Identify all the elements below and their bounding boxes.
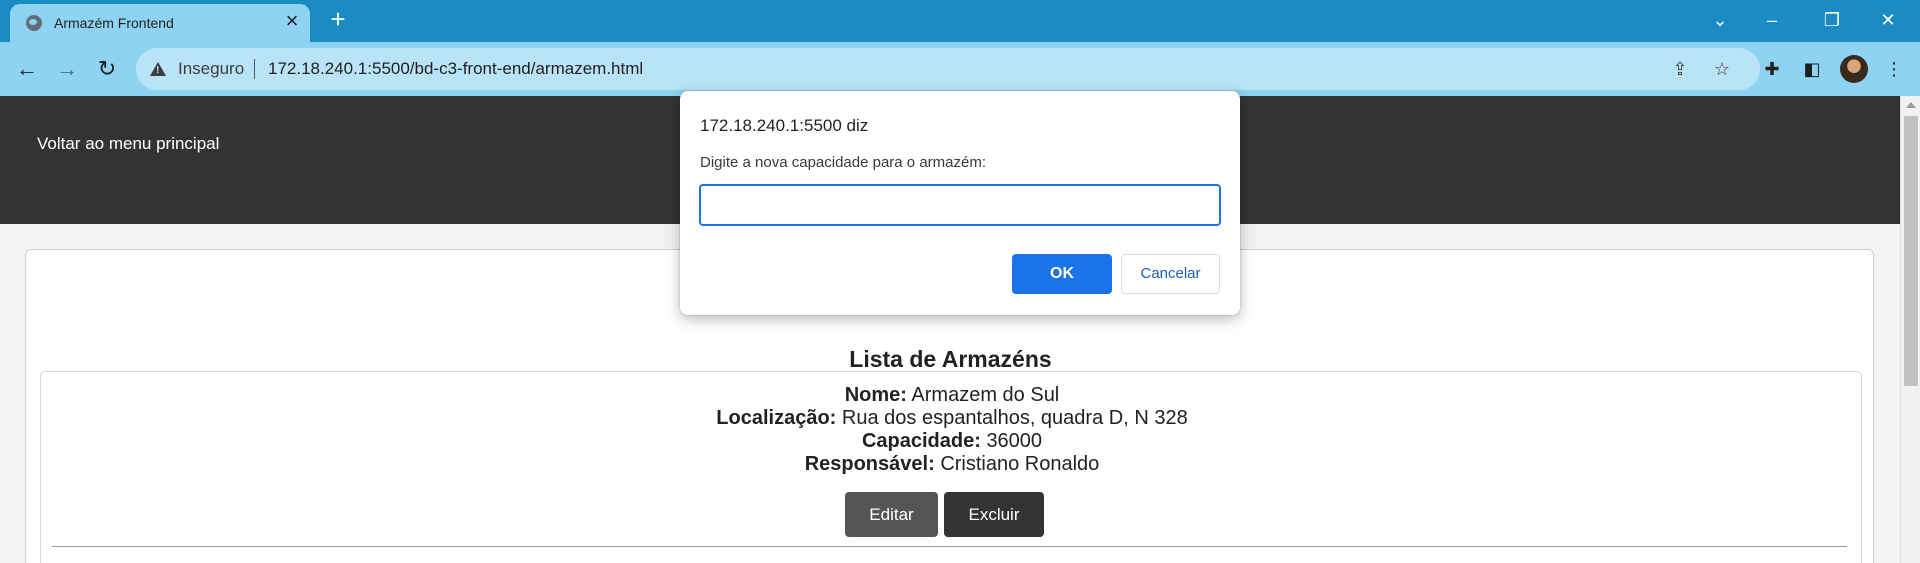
list-item: Nome: Armazem do Sul Localização: Rua do… <box>40 371 1862 563</box>
tab-close-icon[interactable]: × <box>280 10 304 34</box>
reload-icon[interactable]: ↻ <box>92 54 122 84</box>
side-panel-icon[interactable]: ◧ <box>1800 57 1824 81</box>
browser-toolbar: ← → ↻ Inseguro 172.18.240.1:5500/bd-c3-f… <box>0 42 1920 96</box>
responsavel-value: Cristiano Ronaldo <box>940 453 1100 475</box>
item-responsavel-row: Responsável: Cristiano Ronaldo <box>41 453 1863 476</box>
edit-button[interactable]: Editar <box>845 492 938 537</box>
warning-icon[interactable] <box>150 62 166 76</box>
item-nome-row: Nome: Armazem do Sul <box>41 384 1863 407</box>
new-tab-button[interactable]: + <box>324 6 352 34</box>
dialog-origin: 172.18.240.1:5500 diz <box>700 116 869 135</box>
page-title: Lista de Armazéns <box>849 346 1052 372</box>
divider <box>52 546 1847 547</box>
capacidade-label: Capacidade: <box>861 430 981 452</box>
item-details: Nome: Armazem do Sul Localização: Rua do… <box>41 384 1863 476</box>
ok-button[interactable]: OK <box>1012 254 1112 294</box>
cancel-button[interactable]: Cancelar <box>1121 254 1220 294</box>
security-label[interactable]: Inseguro <box>178 59 244 79</box>
tab-strip: Armazém Frontend × + ⌄ – ❐ ✕ <box>0 0 1920 42</box>
responsavel-label: Responsável: <box>804 453 935 475</box>
scroll-up-icon[interactable] <box>1906 102 1916 108</box>
item-localizacao-row: Localização: Rua dos espantalhos, quadra… <box>41 407 1863 430</box>
chevron-down-icon[interactable]: ⌄ <box>1700 6 1740 34</box>
capacidade-value: 36000 <box>986 430 1043 452</box>
address-bar[interactable]: Inseguro 172.18.240.1:5500/bd-c3-front-e… <box>136 48 1760 90</box>
forward-arrow-icon[interactable]: → <box>52 54 82 84</box>
back-arrow-icon[interactable]: ← <box>12 54 42 84</box>
share-icon[interactable]: ⇪ <box>1668 57 1692 81</box>
nome-value: Armazem do Sul <box>911 384 1060 406</box>
localizacao-value: Rua dos espantalhos, quadra D, N 328 <box>841 407 1188 429</box>
delete-button[interactable]: Excluir <box>944 492 1044 537</box>
localizacao-label: Localização: <box>716 407 837 429</box>
back-to-menu-link[interactable]: Voltar ao menu principal <box>37 134 219 154</box>
divider <box>254 59 255 79</box>
tab-title: Armazém Frontend <box>54 15 174 31</box>
minimize-icon[interactable]: – <box>1752 6 1792 34</box>
capacity-input[interactable] <box>699 184 1221 226</box>
star-icon[interactable]: ☆ <box>1710 57 1734 81</box>
browser-tab[interactable]: Armazém Frontend × <box>10 4 310 42</box>
item-capacidade-row: Capacidade: 36000 <box>41 430 1863 453</box>
close-icon[interactable]: ✕ <box>1868 6 1908 34</box>
prompt-dialog: 172.18.240.1:5500 diz Digite a nova capa… <box>680 91 1240 315</box>
url-text[interactable]: 172.18.240.1:5500/bd-c3-front-end/armaze… <box>268 59 643 79</box>
scroll-thumb[interactable] <box>1904 116 1918 386</box>
restore-icon[interactable]: ❐ <box>1812 6 1852 34</box>
extensions-icon[interactable]: ✚ <box>1760 57 1784 81</box>
globe-icon <box>26 15 42 31</box>
menu-icon[interactable]: ⋮ <box>1882 57 1906 81</box>
scrollbar[interactable] <box>1900 96 1920 563</box>
dialog-message: Digite a nova capacidade para o armazém: <box>700 154 986 171</box>
avatar[interactable] <box>1840 55 1868 83</box>
nome-label: Nome: <box>844 384 907 406</box>
